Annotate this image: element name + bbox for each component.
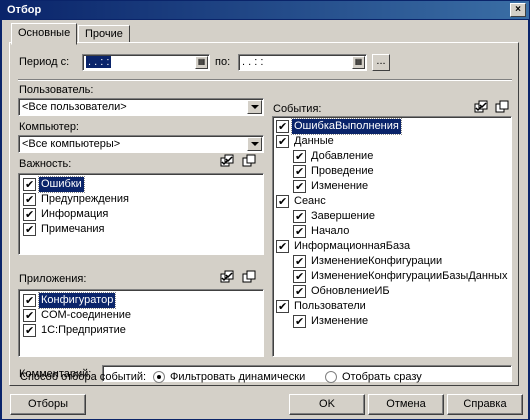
checkbox[interactable]	[276, 194, 289, 209]
checkbox[interactable]	[276, 134, 289, 149]
checkbox[interactable]	[23, 207, 36, 222]
checkbox[interactable]	[23, 293, 36, 308]
radio-now[interactable]	[325, 371, 337, 383]
uncheck-all-icon[interactable]	[242, 154, 258, 168]
checkbox[interactable]	[23, 323, 36, 338]
help-button[interactable]: Справка	[447, 394, 523, 415]
period-select-button[interactable]: ...	[372, 54, 390, 71]
separator	[18, 79, 512, 81]
tab-other[interactable]: Прочие	[78, 25, 130, 43]
radio-dynamic-label[interactable]: Фильтровать динамически	[170, 371, 305, 383]
check-all-icon[interactable]	[220, 270, 236, 284]
user-combo-value: <Все пользователи>	[22, 101, 127, 113]
radio-dynamic[interactable]	[153, 371, 165, 383]
check-all-icon[interactable]	[474, 100, 490, 114]
importance-list: Ошибки Предупреждения Информация Примеча…	[18, 173, 264, 255]
chevron-down-icon[interactable]	[247, 137, 262, 151]
calendar-icon[interactable]: ▦	[195, 56, 208, 69]
tab-main[interactable]: Основные	[11, 23, 78, 45]
period-to-label: по:	[215, 56, 231, 68]
filter-dialog: Отбор × Основные Прочие Период с: . . : …	[0, 0, 530, 420]
user-combo[interactable]: <Все пользователи>	[18, 98, 264, 116]
close-button[interactable]: ×	[510, 3, 526, 17]
checkbox[interactable]	[276, 239, 289, 254]
calendar-icon[interactable]: ▦	[352, 56, 365, 69]
checkbox[interactable]	[293, 164, 306, 179]
computer-combo-value: <Все компьютеры>	[22, 138, 121, 150]
computer-label: Компьютер:	[19, 121, 79, 133]
applications-list: Конфигуратор COM-соединение 1С:Предприят…	[18, 289, 264, 357]
chevron-down-icon[interactable]	[247, 100, 262, 114]
radio-now-label[interactable]: Отобрать сразу	[342, 371, 422, 383]
checkbox[interactable]	[293, 224, 306, 239]
user-label: Пользователь:	[19, 84, 94, 96]
check-all-icon[interactable]	[220, 154, 236, 168]
checkbox[interactable]	[293, 149, 306, 164]
period-from-field[interactable]: . . : : ▦	[82, 54, 210, 71]
applications-label: Приложения:	[19, 273, 87, 285]
title-bar: Отбор ×	[1, 1, 529, 19]
tab-main-panel: Период с: . . : : ▦ по: . . : : ▦ ... По…	[9, 42, 519, 386]
dialog-client: Основные Прочие Период с: . . : : ▦ по: …	[2, 20, 528, 419]
uncheck-all-icon[interactable]	[242, 270, 258, 284]
period-to-field[interactable]: . . : : ▦	[238, 54, 367, 71]
computer-combo[interactable]: <Все компьютеры>	[18, 135, 264, 153]
window-title: Отбор	[7, 4, 42, 16]
period-from-label: Период с:	[19, 56, 70, 68]
checkbox[interactable]	[293, 209, 306, 224]
checkbox[interactable]	[23, 222, 36, 237]
importance-label: Важность:	[19, 158, 72, 170]
events-label: События:	[273, 103, 322, 115]
checkbox[interactable]	[23, 308, 36, 323]
checkbox[interactable]	[293, 179, 306, 194]
checkbox[interactable]	[293, 254, 306, 269]
period-to-value: . . : :	[242, 56, 264, 68]
period-from-value: . . : :	[86, 56, 112, 68]
filters-button[interactable]: Отборы	[10, 394, 86, 415]
events-tree: ОшибкаВыполнения Данные Добавление Прове…	[272, 116, 512, 357]
checkbox[interactable]	[293, 284, 306, 299]
checkbox[interactable]	[276, 119, 289, 134]
uncheck-all-icon[interactable]	[495, 100, 511, 114]
checkbox[interactable]	[276, 299, 289, 314]
checkbox[interactable]	[293, 314, 306, 329]
cancel-button[interactable]: Отмена	[368, 394, 444, 415]
filter-mode-label: Способ отбора событий:	[20, 371, 147, 383]
ok-button[interactable]: OK	[289, 394, 365, 415]
checkbox[interactable]	[293, 269, 306, 284]
checkbox[interactable]	[23, 192, 36, 207]
checkbox[interactable]	[23, 177, 36, 192]
